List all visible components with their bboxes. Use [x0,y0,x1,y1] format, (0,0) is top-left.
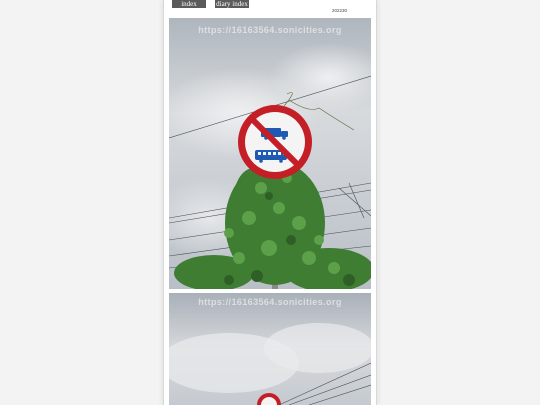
no-vehicles-sign-icon [238,105,312,179]
sign-photo-2 [169,293,371,405]
index-link[interactable]: index [172,0,206,8]
sign-photo-1 [169,18,371,289]
photo-2-watermark: https://16163564.sonicities.org [198,297,342,307]
photo-1: https://16163564.sonicities.org [169,18,371,289]
diary-page: index diary index 202230 https://1616356… [164,0,376,405]
diary-index-link[interactable]: diary index [215,0,249,8]
photo-2: https://16163564.sonicities.org [169,293,371,405]
entry-date: 202230 [332,8,348,13]
photo-1-watermark: https://16163564.sonicities.org [198,25,342,35]
